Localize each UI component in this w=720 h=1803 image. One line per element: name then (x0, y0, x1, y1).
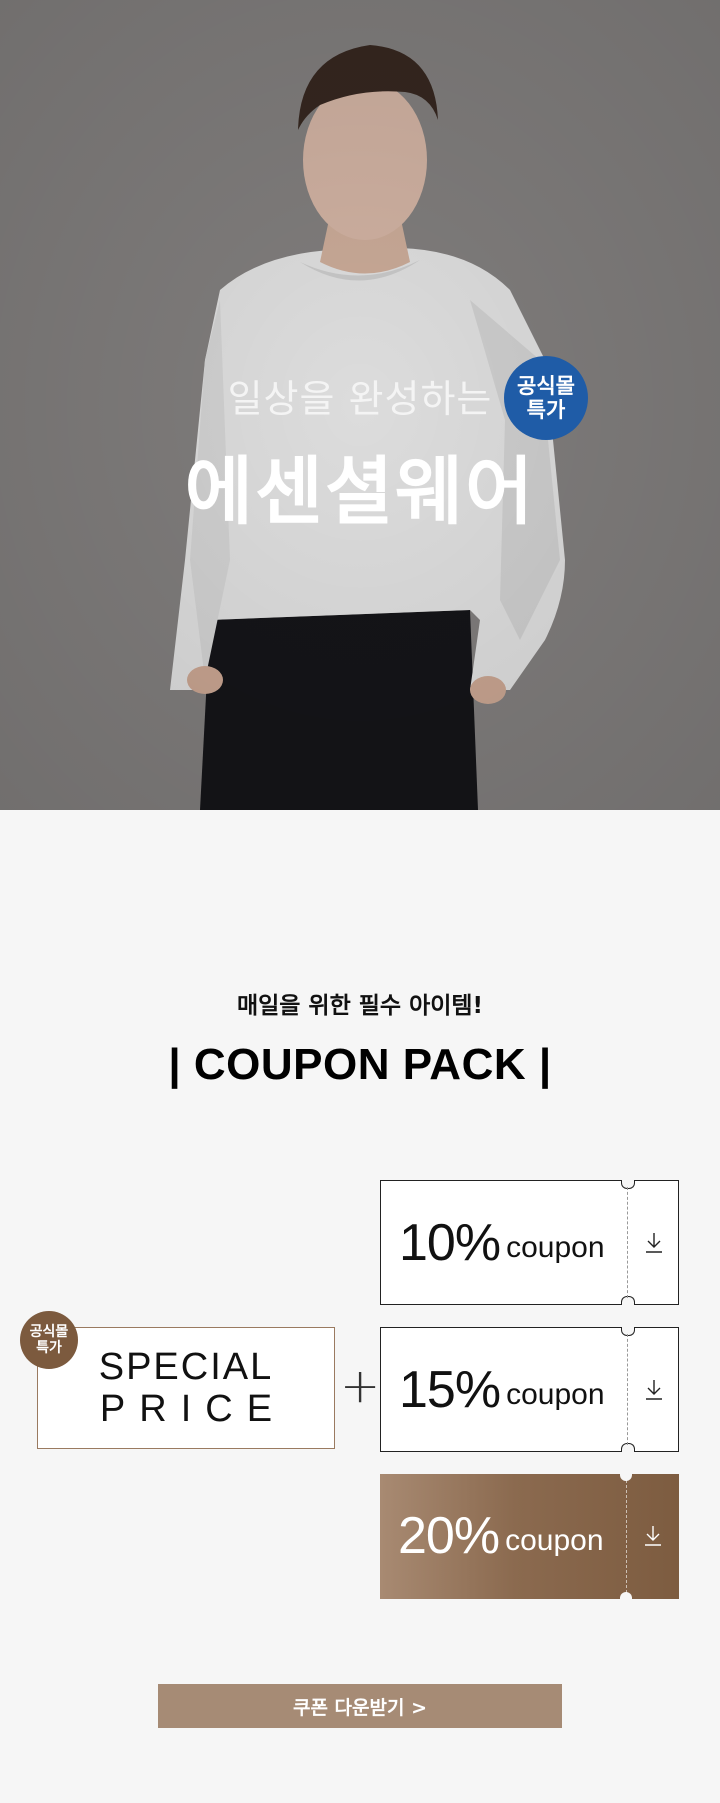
small-badge-line-2: 특가 (36, 1340, 62, 1356)
download-arrow-icon (646, 1379, 662, 1400)
coupon-20-percent[interactable]: 20% coupon (380, 1473, 679, 1600)
coupon-divider (627, 1187, 628, 1298)
coupon-value: 20% coupon (398, 1474, 604, 1597)
download-arrow-icon (645, 1525, 661, 1546)
coupon-download-button[interactable] (628, 1474, 678, 1597)
download-coupons-button[interactable]: 쿠폰 다운받기 > (158, 1684, 562, 1728)
plus-sign: + (340, 1358, 381, 1414)
coupon-percent: 15% (399, 1360, 501, 1419)
coupon-value: 10% coupon (399, 1181, 605, 1304)
coupon-download-button[interactable] (629, 1328, 679, 1451)
coupon-download-button[interactable] (629, 1181, 679, 1304)
small-badge-line-1: 공식몰 (29, 1324, 69, 1340)
special-price-box: SPECIAL PRICE (37, 1327, 335, 1449)
coupon-word: coupon (506, 1230, 605, 1264)
coupon-15-percent[interactable]: 15% coupon (380, 1327, 679, 1452)
hero-banner: 일상을 완성하는 에센셜웨어 공식몰 특가 (0, 0, 720, 810)
coupon-divider (627, 1334, 628, 1445)
badge-line-1: 공식몰 (517, 374, 575, 398)
hero-subtitle: 일상을 완성하는 (227, 377, 493, 421)
coupon-percent: 20% (398, 1506, 500, 1565)
section-tagline: 매일을 위한 필수 아이템! (236, 993, 484, 1019)
special-price-line-2: PRICE (99, 1388, 287, 1430)
coupon-divider (626, 1480, 627, 1593)
official-mall-deal-small-badge: 공식몰 특가 (20, 1311, 78, 1369)
download-arrow-icon (646, 1232, 662, 1253)
hero-title: 에센셜웨어 (184, 449, 536, 535)
coupon-word: coupon (505, 1523, 604, 1557)
coupon-10-percent[interactable]: 10% coupon (380, 1180, 679, 1305)
coupon-value: 15% coupon (399, 1328, 605, 1451)
official-mall-deal-badge: 공식몰 특가 (504, 356, 588, 440)
badge-line-2: 특가 (526, 398, 566, 422)
coupon-pack-heading: | COUPON PACK | (168, 1040, 552, 1089)
coupon-percent: 10% (399, 1213, 501, 1272)
special-price-line-1: SPECIAL (98, 1346, 274, 1388)
coupon-word: coupon (506, 1377, 605, 1411)
